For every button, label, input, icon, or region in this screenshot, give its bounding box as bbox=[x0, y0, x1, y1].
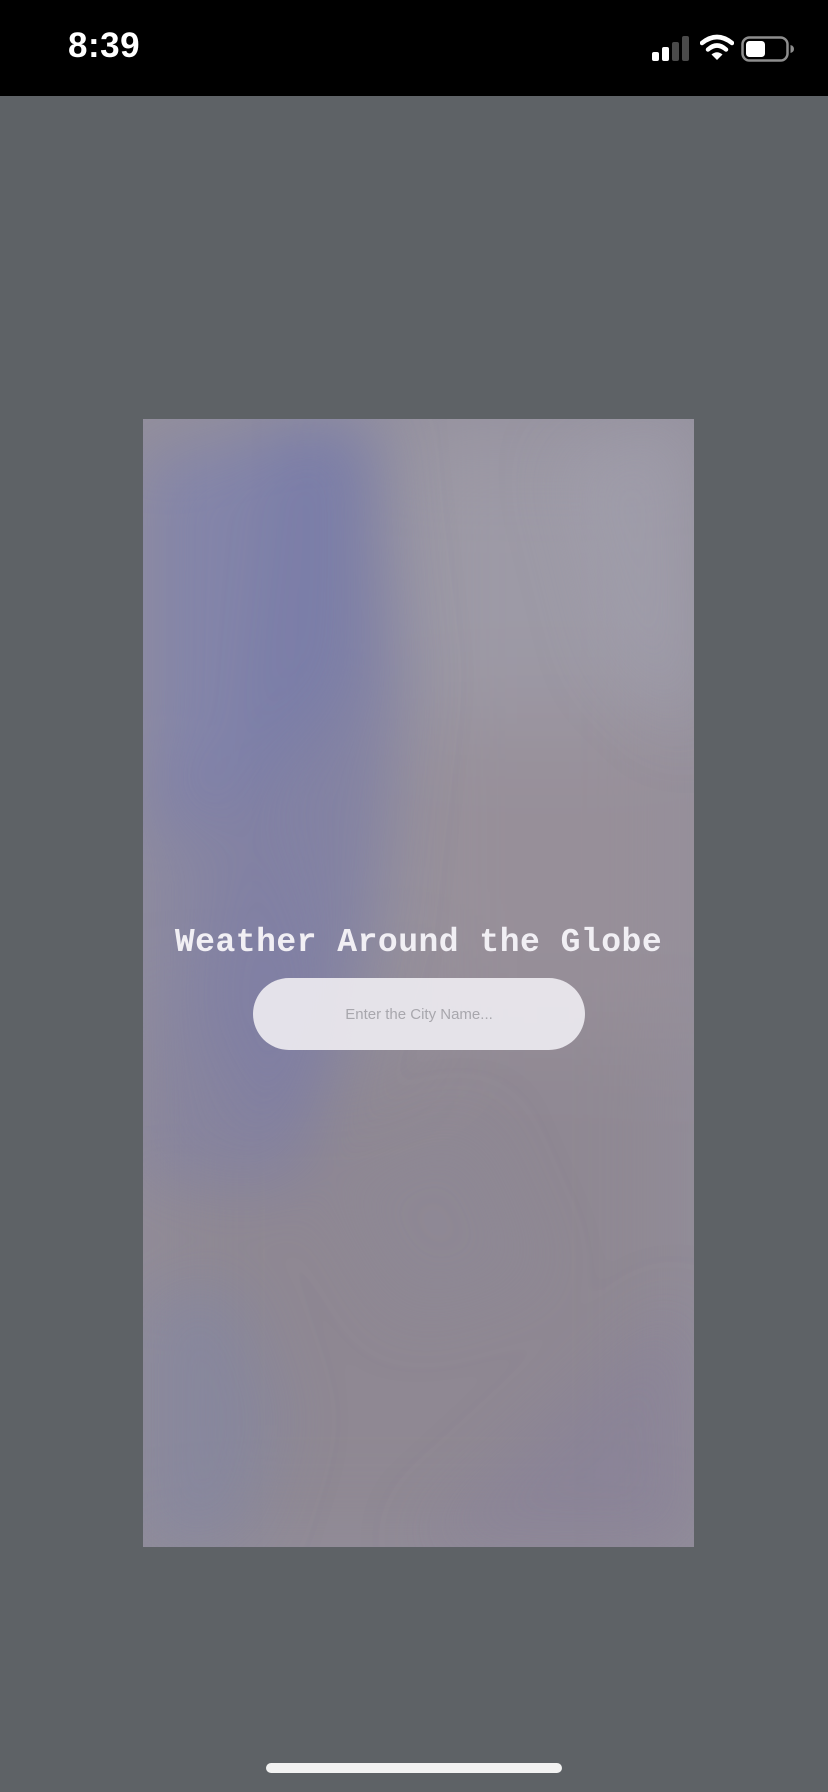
status-bar: 8:39 bbox=[0, 0, 828, 96]
status-time: 8:39 bbox=[68, 26, 141, 65]
signal-icon bbox=[652, 36, 689, 61]
page-title: Weather Around the Globe bbox=[174, 924, 663, 961]
wifi-icon bbox=[700, 34, 734, 60]
weather-app-card bbox=[143, 419, 694, 1547]
battery-icon bbox=[741, 36, 794, 62]
home-indicator[interactable] bbox=[266, 1763, 562, 1773]
city-search-input[interactable] bbox=[253, 978, 585, 1050]
